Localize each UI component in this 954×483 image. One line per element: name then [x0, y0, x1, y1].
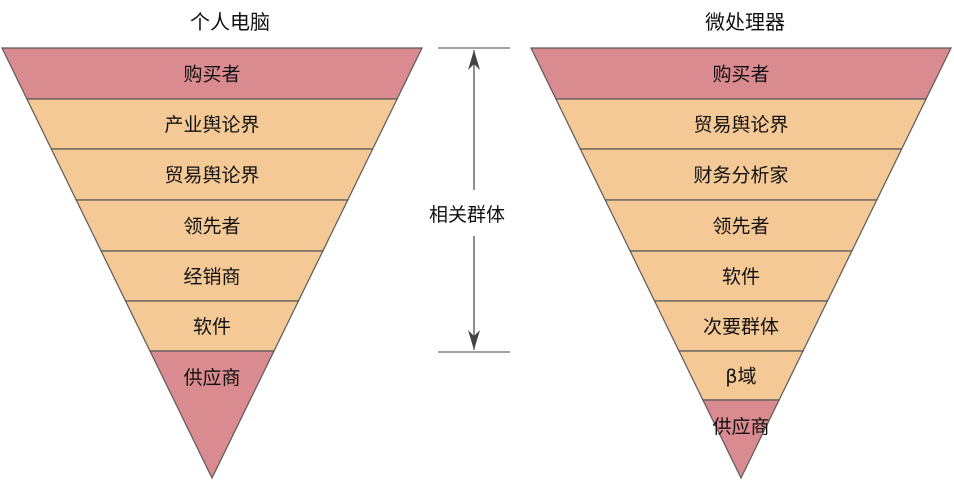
right-level-label: 领先者: [712, 216, 769, 238]
right-pyramid: 购买者贸易舆论界财务分析家领先者软件次要群体 β域供应商: [530, 47, 952, 480]
inverted-pyramids: 购买者产业舆论界贸易舆论界领先者经销商软件供应商 购买者贸易舆论界财务分析家领先…: [1, 47, 952, 480]
right-level-label: 次要群体: [703, 316, 779, 338]
relevant-groups-label: 相关群体: [428, 204, 505, 226]
left-pyramid: 购买者产业舆论界贸易舆论界领先者经销商软件供应商: [1, 47, 423, 480]
left-level-label: 经销商: [183, 266, 240, 288]
right-level-label: 供应商: [712, 416, 769, 438]
right-level-label: β域: [725, 366, 756, 388]
left-level-label: 供应商: [183, 367, 240, 389]
left-level-label: 领先者: [183, 216, 240, 238]
left-level-label: 产业舆论界: [164, 114, 259, 136]
right-level-band: [701, 399, 781, 480]
left-level-label: 购买者: [183, 64, 240, 86]
diagram-canvas: 个人电脑 微处理器 购买者 产业舆论界 贸易舆论界 领先者 经销商 软件 供应商 购买者 贸易…: [0, 0, 954, 483]
right-level-label: 软件: [722, 266, 760, 288]
right-level-label: 贸易舆论界: [693, 114, 788, 136]
left-level-label: 软件: [193, 316, 231, 338]
right-level-label: 购买者: [712, 64, 769, 86]
left-level-label: 贸易舆论界: [164, 165, 259, 187]
right-level-label: 财务分析家: [693, 165, 788, 187]
